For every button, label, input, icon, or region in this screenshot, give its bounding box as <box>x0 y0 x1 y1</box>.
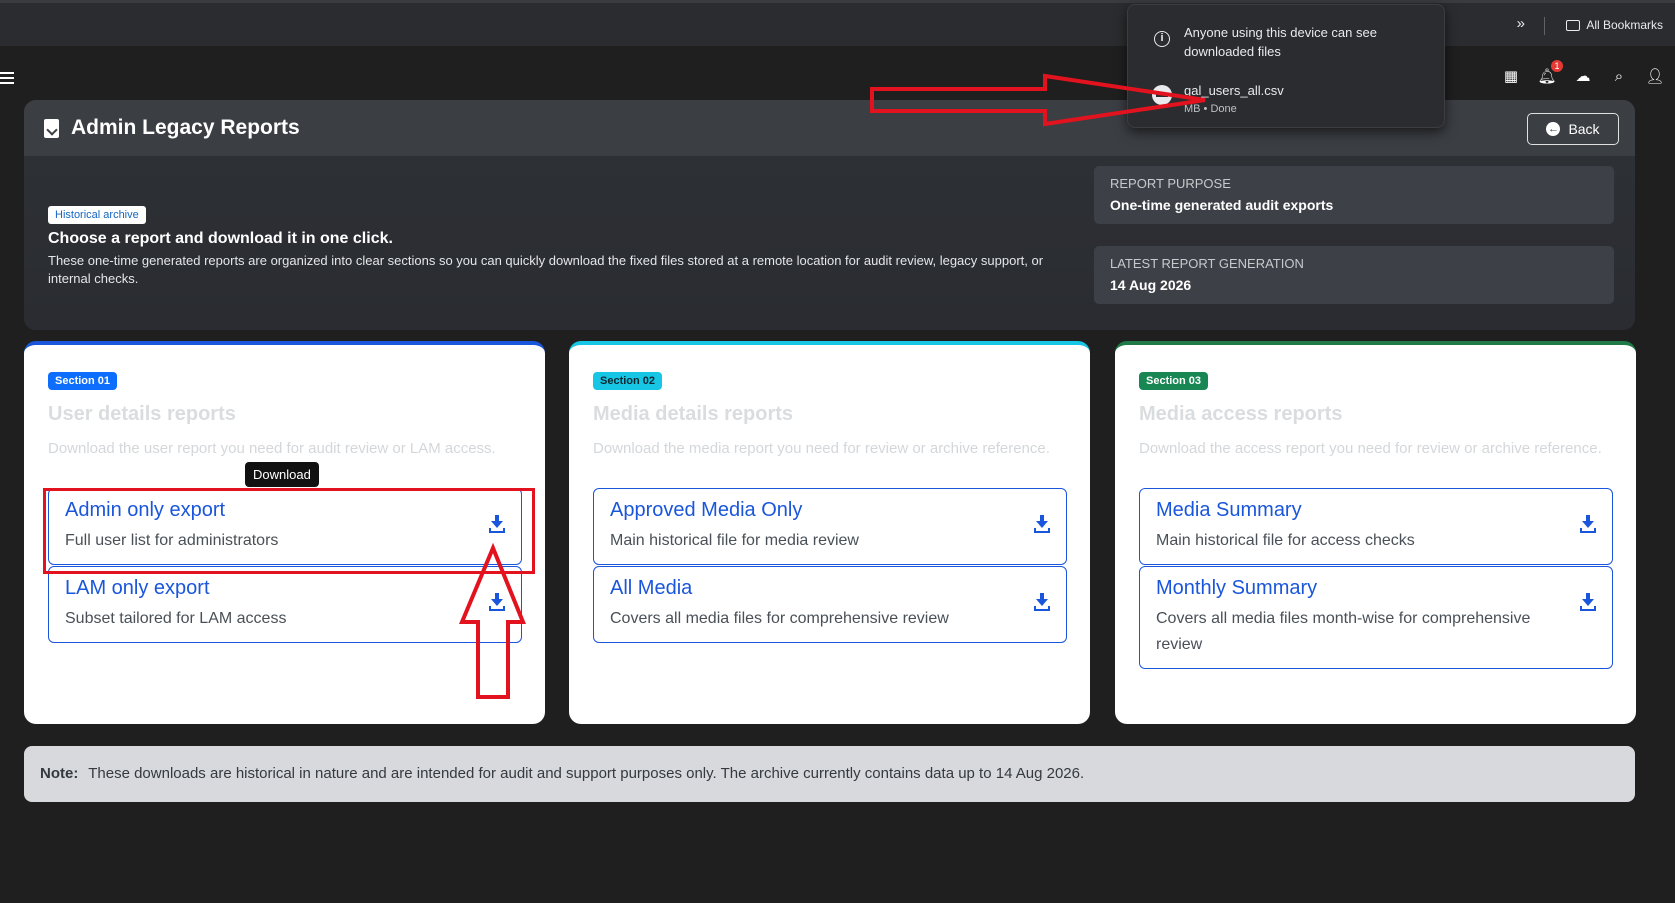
annotation-arrow-right <box>870 73 1206 127</box>
annotation-arrow-up <box>458 542 526 699</box>
annotation-arrows <box>458 73 1206 699</box>
